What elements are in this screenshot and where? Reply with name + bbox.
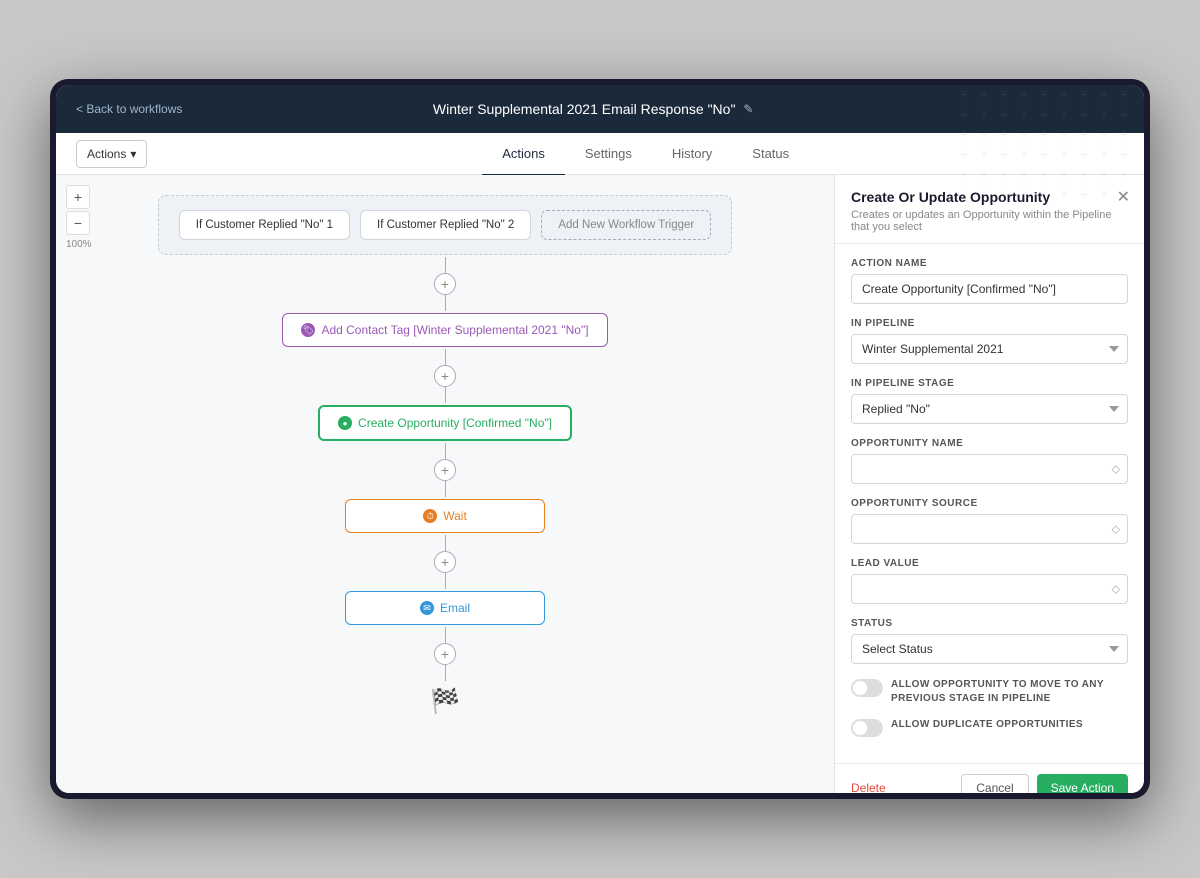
lead-value-group: LEAD VALUE ◇ [851,558,1128,604]
canvas-controls: + − 100% [66,185,92,250]
app-container: < Back to workflows Winter Supplemental … [56,85,1144,793]
connector-5: + [434,627,456,681]
in-pipeline-stage-label: IN PIPELINE STAGE [851,378,1128,389]
actions-dropdown[interactable]: Actions ▾ [76,140,147,168]
wait-action-node[interactable]: ⏱ Wait [345,499,545,533]
tabs-center: Actions Settings History Status [167,133,1124,175]
opportunity-name-group: OPPORTUNITY NAME ◇ [851,438,1128,484]
tag-action-node[interactable]: 🏷 Add Contact Tag [Winter Supplemental 2… [282,313,607,347]
opportunity-name-icon: ◇ [1112,463,1120,476]
finish-flag: 🏁 [430,687,460,716]
allow-duplicate-toggle[interactable] [851,719,883,737]
tab-settings[interactable]: Settings [565,134,652,176]
opportunity-name-input-wrapper: ◇ [851,454,1128,484]
trigger-node-2[interactable]: If Customer Replied "No" 2 [360,210,531,240]
lead-value-icon: ◇ [1112,583,1120,596]
tab-history[interactable]: History [652,134,732,176]
wait-icon: ⏱ [423,509,437,523]
connector-line [445,627,446,643]
connector-line [445,665,446,681]
trigger-row: If Customer Replied "No" 1 If Customer R… [158,195,732,255]
opportunity-source-group: OPPORTUNITY SOURCE ◇ [851,498,1128,544]
action-name-input[interactable] [851,274,1128,304]
connector-3: + [434,443,456,497]
in-pipeline-stage-group: IN PIPELINE STAGE Replied "No" [851,378,1128,424]
opportunity-source-icon: ◇ [1112,523,1120,536]
chevron-down-icon: ▾ [130,147,136,161]
panel-footer: Delete Cancel Save Action [835,763,1144,793]
edit-title-icon[interactable]: ✎ [743,102,753,116]
connector-line [445,481,446,497]
zoom-level-label: 100% [66,237,92,250]
add-action-2-button[interactable]: + [434,365,456,387]
connector-4: + [434,535,456,589]
opportunity-icon: ● [338,416,352,430]
cancel-button[interactable]: Cancel [961,774,1028,793]
trigger-node-1[interactable]: If Customer Replied "No" 1 [179,210,350,240]
zoom-in-button[interactable]: + [66,185,90,209]
status-label: STATUS [851,618,1128,629]
connector-line [445,573,446,589]
opportunity-source-input-wrapper: ◇ [851,514,1128,544]
action-name-label: ACTION NAME [851,258,1128,269]
connector-line [445,443,446,459]
tab-status[interactable]: Status [732,134,809,176]
panel-subtitle: Creates or updates an Opportunity within… [851,209,1128,233]
panel-body: ACTION NAME IN PIPELINE Winter Supplemen… [835,244,1144,763]
allow-duplicate-toggle-label: ALLOW DUPLICATE OPPORTUNITIES [891,718,1083,732]
in-pipeline-stage-select[interactable]: Replied "No" [851,394,1128,424]
opportunity-name-input[interactable] [851,454,1128,484]
in-pipeline-select[interactable]: Winter Supplemental 2021 [851,334,1128,364]
allow-previous-toggle-label: ALLOW OPPORTUNITY TO MOVE TO ANY PREVIOU… [891,678,1128,706]
add-action-5-button[interactable]: + [434,643,456,665]
connector-1: + [434,257,456,311]
in-pipeline-label: IN PIPELINE [851,318,1128,329]
zoom-out-button[interactable]: − [66,211,90,235]
footer-actions: Cancel Save Action [961,774,1128,793]
connector-line [445,387,446,403]
opportunity-action-node[interactable]: ● Create Opportunity [Confirmed "No"] [318,405,572,441]
header: < Back to workflows Winter Supplemental … [56,85,1144,133]
workflow-canvas: If Customer Replied "No" 1 If Customer R… [56,175,834,793]
tag-icon: 🏷 [301,323,315,337]
save-action-button[interactable]: Save Action [1037,774,1128,793]
tabs-bar: Actions ▾ Actions Settings History Statu… [56,133,1144,175]
connector-line [445,257,446,273]
panel-header: Create Or Update Opportunity Creates or … [835,175,1144,244]
device-frame: +++++++++ +++++++++ +++++++++ +++++++++ … [50,79,1150,799]
action-name-group: ACTION NAME [851,258,1128,304]
back-to-workflows-link[interactable]: < Back to workflows [76,102,182,116]
workflow-title: Winter Supplemental 2021 Email Response … [433,101,736,117]
lead-value-label: LEAD VALUE [851,558,1128,569]
in-pipeline-group: IN PIPELINE Winter Supplemental 2021 [851,318,1128,364]
email-icon: ✉ [420,601,434,615]
status-group: STATUS Select Status [851,618,1128,664]
header-title-area: Winter Supplemental 2021 Email Response … [433,101,754,117]
opportunity-source-label: OPPORTUNITY SOURCE [851,498,1128,509]
add-action-1-button[interactable]: + [434,273,456,295]
allow-previous-toggle-row: ALLOW OPPORTUNITY TO MOVE TO ANY PREVIOU… [851,678,1128,706]
lead-value-input-wrapper: ◇ [851,574,1128,604]
opportunity-name-label: OPPORTUNITY NAME [851,438,1128,449]
connector-line [445,535,446,551]
add-action-4-button[interactable]: + [434,551,456,573]
connector-line [445,349,446,365]
connector-line [445,295,446,311]
tab-actions[interactable]: Actions [482,134,565,176]
allow-previous-toggle[interactable] [851,679,883,697]
right-panel: Create Or Update Opportunity Creates or … [834,175,1144,793]
lead-value-input[interactable] [851,574,1128,604]
panel-title: Create Or Update Opportunity [851,189,1128,205]
add-action-3-button[interactable]: + [434,459,456,481]
allow-duplicate-toggle-row: ALLOW DUPLICATE OPPORTUNITIES [851,718,1128,737]
opportunity-source-input[interactable] [851,514,1128,544]
add-trigger-button[interactable]: Add New Workflow Trigger [541,210,711,240]
connector-2: + [434,349,456,403]
delete-button[interactable]: Delete [851,781,886,793]
canvas-area: + − 100% If Customer Replied "No" 1 If C… [56,175,834,793]
email-action-node[interactable]: ✉ Email [345,591,545,625]
panel-close-button[interactable]: ✕ [1117,187,1130,207]
main-content: + − 100% If Customer Replied "No" 1 If C… [56,175,1144,793]
status-select[interactable]: Select Status [851,634,1128,664]
